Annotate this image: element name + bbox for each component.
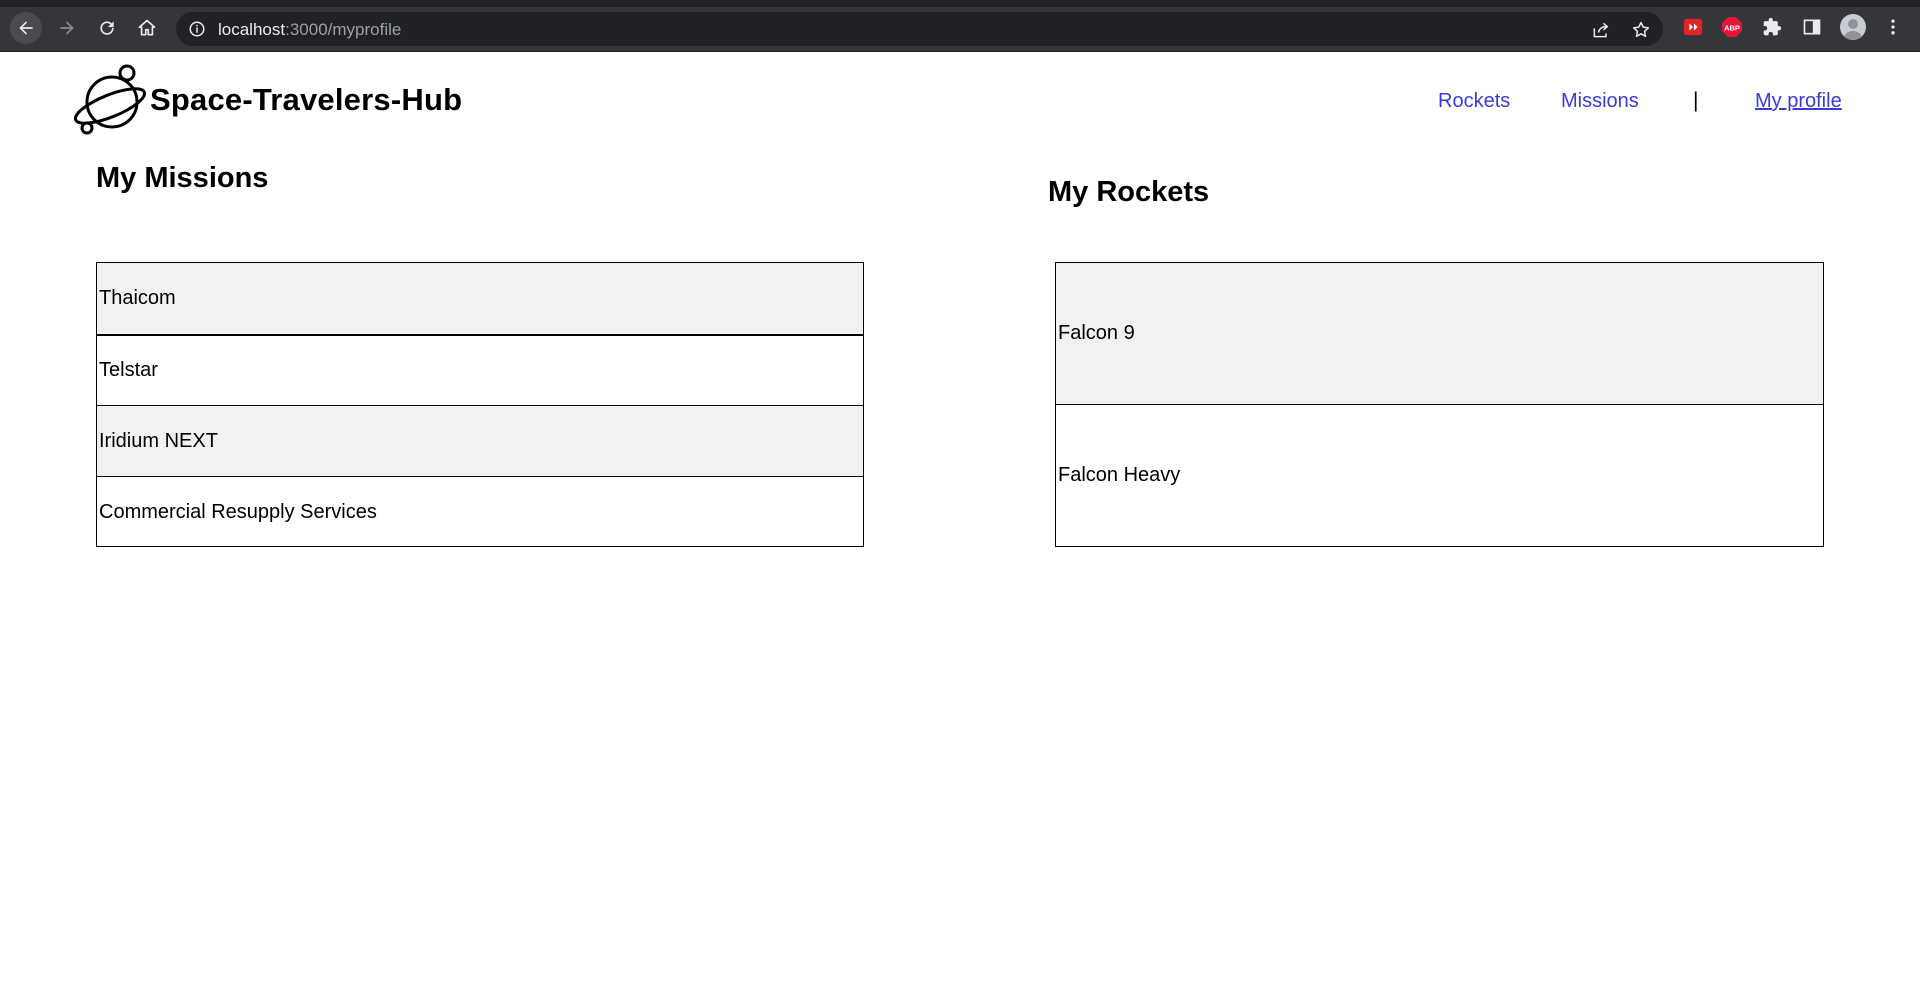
mission-row: Thaicom <box>97 263 863 334</box>
menu-kebab-icon[interactable] <box>1882 16 1904 38</box>
planet-logo-icon[interactable] <box>72 64 150 136</box>
rockets-list: Falcon 9 Falcon Heavy <box>1055 262 1824 547</box>
abp-icon[interactable]: ABP <box>1721 16 1743 38</box>
mission-name: Iridium NEXT <box>99 429 218 452</box>
mission-row: Commercial Resupply Services <box>97 476 863 547</box>
nav-link-my-profile[interactable]: My profile <box>1755 90 1842 113</box>
mission-name: Telstar <box>99 359 158 381</box>
missions-list: Thaicom Telstar Iridium NEXT Commercial … <box>96 262 864 547</box>
share-icon[interactable] <box>1591 20 1611 40</box>
puzzle-icon[interactable] <box>1761 16 1783 38</box>
profile-avatar[interactable] <box>1840 14 1866 40</box>
back-button[interactable] <box>10 12 42 44</box>
home-icon <box>138 19 156 36</box>
rocket-name: Falcon Heavy <box>1058 463 1181 486</box>
mission-row: Iridium NEXT <box>97 405 863 476</box>
nav-separator: | <box>1693 89 1699 112</box>
side-panel-icon[interactable] <box>1801 16 1823 38</box>
mission-name: Commercial Resupply Services <box>99 500 377 523</box>
browser-toolbar: localhost:3000/myprofile ABP <box>0 0 1920 52</box>
my-missions-title: My Missions <box>96 162 269 194</box>
tab-strip <box>0 0 1920 7</box>
forward-button[interactable] <box>51 12 83 44</box>
arrow-right-icon <box>60 21 74 35</box>
reload-button[interactable] <box>91 12 123 44</box>
rocket-row: Falcon 9 <box>1056 263 1823 404</box>
home-button[interactable] <box>131 12 163 44</box>
url-path: :3000/myprofile <box>285 20 402 39</box>
page-content: Space-Travelers-Hub Rockets Missions | M… <box>0 52 1920 981</box>
nav-link-missions[interactable]: Missions <box>1561 90 1639 113</box>
nav-link-rockets[interactable]: Rockets <box>1438 90 1510 113</box>
rocket-row: Falcon Heavy <box>1056 404 1823 545</box>
my-rockets-title: My Rockets <box>1048 176 1210 208</box>
reload-icon <box>100 21 114 35</box>
mission-name: Thaicom <box>99 287 176 309</box>
arrow-left-icon <box>19 21 33 35</box>
mission-row: Telstar <box>97 334 863 405</box>
url-text[interactable]: localhost:3000/myprofile <box>218 20 401 40</box>
brand-title[interactable]: Space-Travelers-Hub <box>150 82 462 118</box>
abp-label: ABP <box>1724 24 1740 33</box>
video-ext-icon[interactable] <box>1682 16 1704 38</box>
info-icon[interactable] <box>188 20 206 38</box>
address-bar[interactable]: localhost:3000/myprofile <box>176 12 1663 46</box>
bookmark-star-icon[interactable] <box>1631 20 1651 40</box>
url-host: localhost <box>218 20 286 39</box>
rocket-name: Falcon 9 <box>1058 322 1135 344</box>
